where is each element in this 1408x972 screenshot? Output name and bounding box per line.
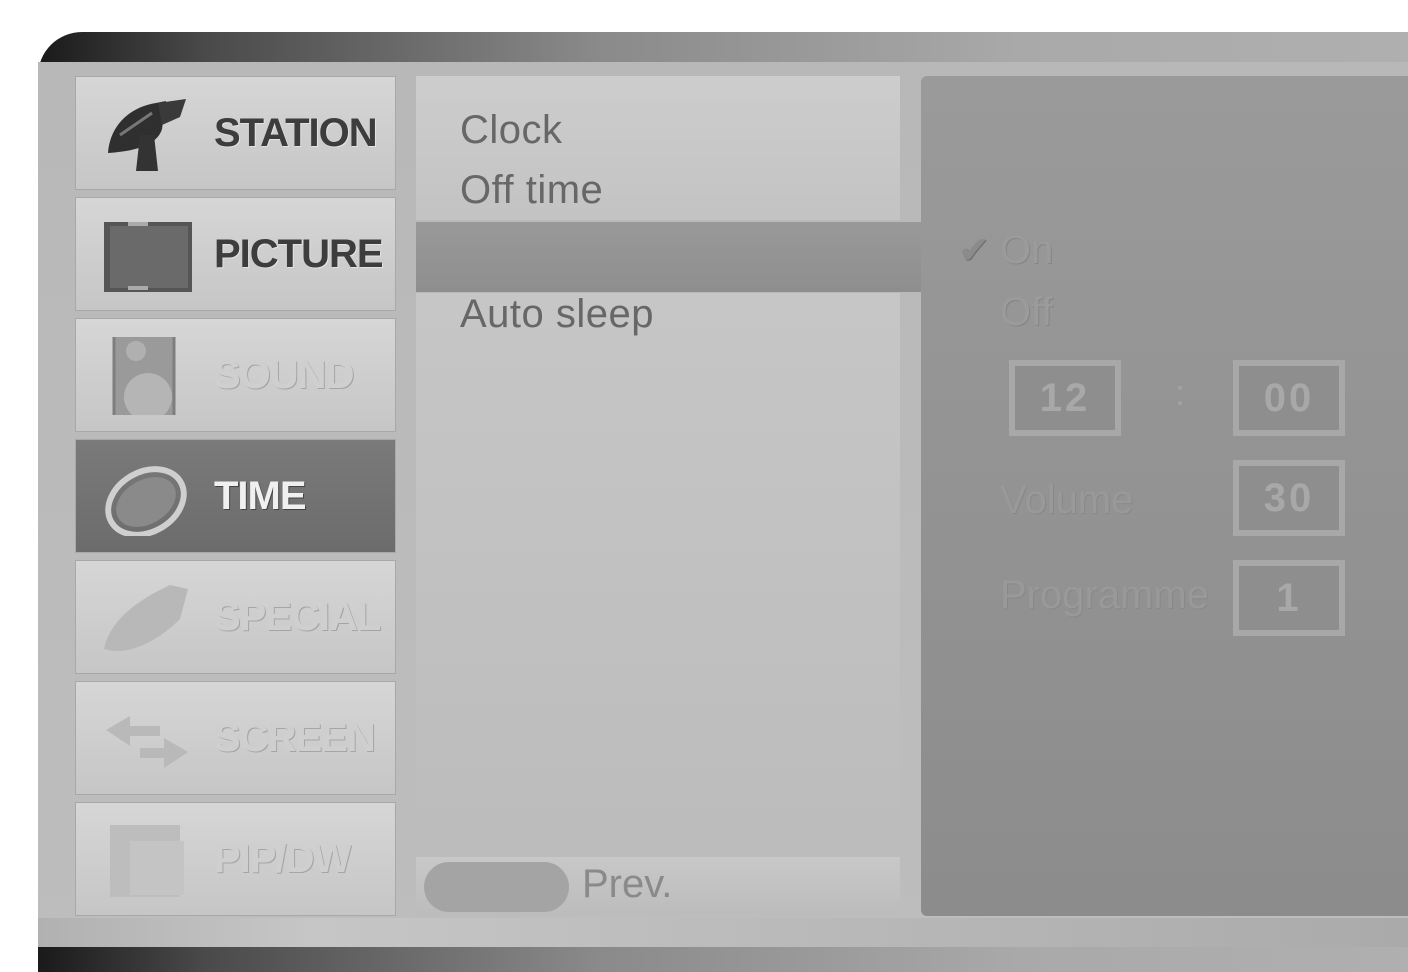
programme-label: Programme [1000, 573, 1209, 617]
submenu-lower-panel [416, 293, 900, 849]
film-frame-icon [100, 216, 194, 294]
nav-item-pip-dw[interactable]: PIP/DW [75, 802, 396, 916]
nav-item-picture[interactable]: PICTURE [75, 197, 396, 311]
nav-label-screen: SCREEN [214, 715, 376, 760]
time-separator: : [1175, 372, 1186, 413]
submenu-highlight-bar[interactable] [416, 222, 928, 292]
pip-window-icon [100, 821, 192, 899]
clock-ring-icon [100, 458, 192, 538]
nav-item-screen[interactable]: SCREEN [75, 681, 396, 795]
prev-label: Prev. [582, 862, 673, 906]
arrows-icon [100, 700, 192, 778]
programme-field[interactable]: 1 [1233, 560, 1345, 636]
satellite-dish-icon [100, 95, 192, 173]
prev-button[interactable] [424, 862, 569, 912]
nav-item-station[interactable]: STATION [75, 76, 396, 190]
nav-label-station: STATION [214, 110, 378, 155]
nav-label-picture: PICTURE [214, 231, 384, 276]
menu-item-off-time[interactable]: Off time [460, 168, 603, 213]
nav-item-time[interactable]: TIME [75, 439, 396, 553]
nav-item-special[interactable]: SPECIAL [75, 560, 396, 674]
minute-field[interactable]: 00 [1233, 360, 1345, 436]
option-on[interactable]: On [1000, 228, 1053, 273]
nav-label-special: SPECIAL [214, 594, 381, 639]
nav-label-sound: SOUND [214, 352, 354, 397]
option-off[interactable]: Off [1000, 290, 1053, 335]
osd-bottom-strip [38, 918, 1408, 947]
nav-label-pip-dw: PIP/DW [214, 836, 351, 881]
nav-item-sound[interactable]: SOUND [75, 318, 396, 437]
volume-label: Volume [1000, 478, 1134, 522]
check-icon: ✔ [958, 230, 990, 272]
hand-icon [100, 579, 192, 657]
speaker-icon [100, 329, 192, 437]
hour-field[interactable]: 12 [1009, 360, 1121, 436]
volume-field[interactable]: 30 [1233, 460, 1345, 536]
nav-label-time: TIME [214, 473, 307, 518]
menu-item-auto-sleep[interactable]: Auto sleep [460, 292, 654, 337]
menu-item-clock[interactable]: Clock [460, 108, 563, 153]
main-menu-nav: STATION PICTURE SOUND TIME SPECIAL SCREE… [75, 76, 396, 916]
